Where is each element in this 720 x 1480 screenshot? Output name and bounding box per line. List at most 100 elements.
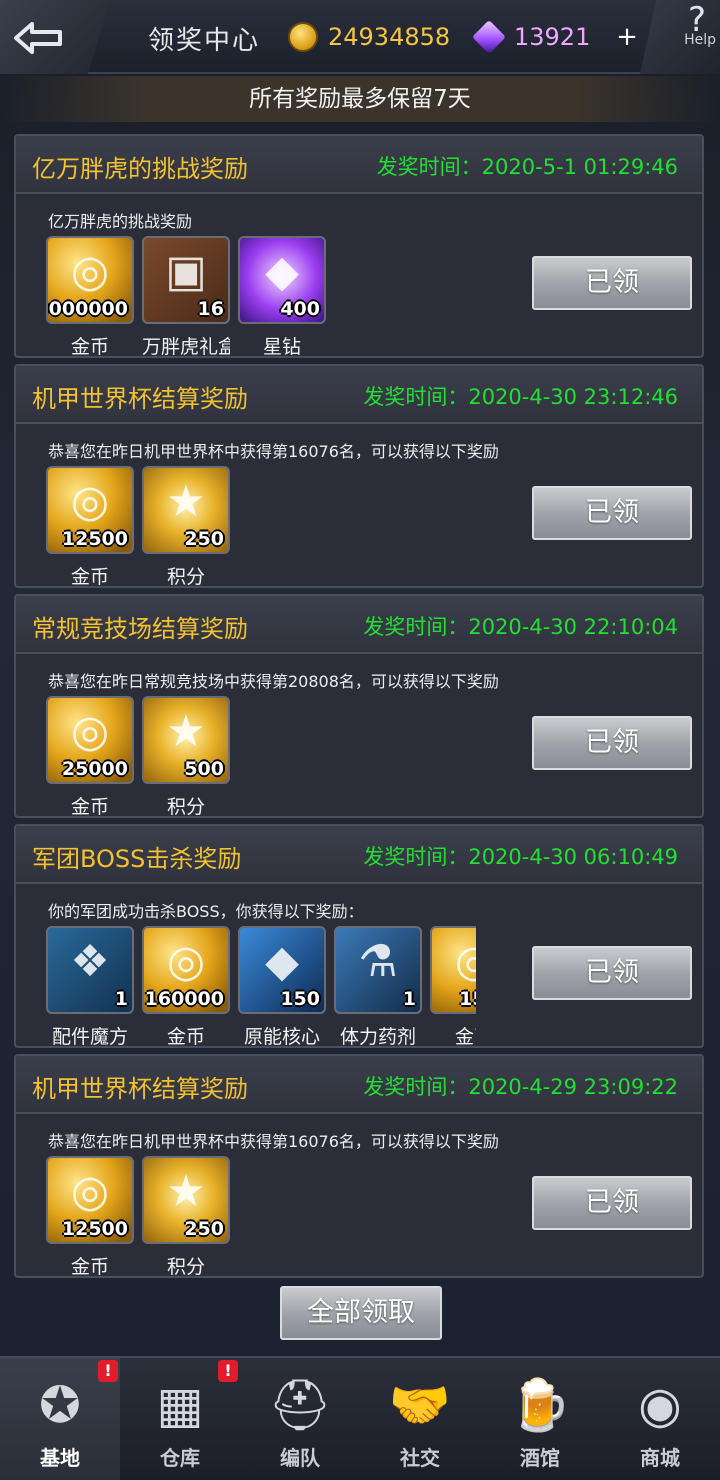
item-name: 万胖虎礼盒 [142, 336, 230, 358]
item-count: 12500 [61, 1218, 128, 1240]
gold-coin-icon: ◎ 25000 [46, 696, 134, 784]
nav-item[interactable]: ▦ 仓库! [120, 1358, 240, 1480]
help-label: Help [684, 32, 716, 48]
nav-label: 基地 [40, 1446, 80, 1470]
nav-label: 仓库 [160, 1446, 200, 1470]
help-button[interactable]: ? Help [640, 0, 720, 74]
reward-title: 常规竞技场结算奖励 [32, 615, 248, 643]
claimed-button[interactable]: 已领 [532, 486, 692, 540]
reward-title: 军团BOSS击杀奖励 [32, 845, 242, 873]
bottom-nav: ✪ 基地! ▦ 仓库! ⛑ 编队 🤝 社交 🍺 酒馆 ◉ 商城 [0, 1356, 720, 1480]
reward-card: 机甲世界杯结算奖励 发奖时间：2020-4-29 23:09:22 恭喜您在昨日机甲… [14, 1054, 704, 1278]
reward-item[interactable]: ◎ 25000 金币 [46, 696, 134, 826]
stamina-potion-icon: ⚗ 1 [334, 926, 422, 1014]
item-count: 500 [184, 758, 224, 780]
reward-time: 发奖时间：2020-5-1 01:29:46 [376, 155, 678, 179]
reward-item[interactable]: ◆ 400 星钻 [238, 236, 326, 366]
reward-card: 常规竞技场结算奖励 发奖时间：2020-4-30 22:10:04 恭喜您在昨日常规… [14, 594, 704, 818]
diamond-balance: 13921 [472, 20, 590, 54]
item-name: 星钻 [262, 336, 301, 358]
base-emblem-icon: ✪ [39, 1376, 81, 1434]
reward-time: 发奖时间：2020-4-30 23:12:46 [363, 385, 678, 409]
reward-card-header: 军团BOSS击杀奖励 发奖时间：2020-4-30 06:10:49 [16, 826, 702, 884]
reward-items[interactable]: ◎ 12500 金币 ★ 250 积分 [46, 466, 476, 596]
item-glyph: ◎ [70, 706, 110, 757]
notification-badge: ! [98, 1360, 118, 1382]
reward-items[interactable]: ◎ 12500 金币 ★ 250 积分 [46, 1156, 476, 1286]
warehouse-crate-icon: ▦ [156, 1376, 204, 1434]
reward-title: 机甲世界杯结算奖励 [32, 1075, 248, 1103]
nav-item[interactable]: 🤝 社交 [360, 1358, 480, 1480]
reward-time: 发奖时间：2020-4-30 22:10:04 [363, 615, 678, 639]
nav-item[interactable]: ✪ 基地! [0, 1358, 120, 1480]
reward-card-header: 机甲世界杯结算奖励 发奖时间：2020-4-30 23:12:46 [16, 366, 702, 424]
reward-description: 亿万胖虎的挑战奖励 [48, 212, 193, 231]
item-name: 积分 [166, 566, 205, 588]
reward-item[interactable]: ◎ 160000 金币 [142, 926, 230, 1056]
reward-items[interactable]: ◎3000000 金币 ▣16 万胖虎礼盒 ◆400 星钻 [46, 236, 476, 366]
item-glyph: ◆ [265, 246, 299, 297]
reward-item[interactable]: ★ 250 积分 [142, 1156, 230, 1286]
notification-badge: ! [218, 1360, 238, 1382]
nav-label: 酒馆 [520, 1446, 560, 1470]
item-glyph: ◎ [70, 246, 110, 297]
reward-items[interactable]: ❖1配件魔方◎160000金币◆150原能核心⚗1体力药剂◎1500金币 [46, 926, 476, 1056]
reward-card: 军团BOSS击杀奖励 发奖时间：2020-4-30 06:10:49 你的军团成功击… [14, 824, 704, 1048]
item-glyph: ◎ [432, 936, 476, 987]
reward-item[interactable]: ◎1500 金币 [430, 926, 476, 1056]
reward-time: 发奖时间：2020-4-30 06:10:49 [363, 845, 678, 869]
item-glyph: ★ [166, 706, 206, 757]
nav-label: 商城 [640, 1446, 680, 1470]
item-glyph: ★ [166, 1166, 206, 1217]
parts-cube-icon: ❖ 1 [46, 926, 134, 1014]
gold-coin-icon [288, 22, 318, 52]
item-name: 积分 [166, 796, 205, 818]
gold-coin-icon: ◎3000000 [46, 236, 134, 324]
reward-item[interactable]: ⚗ 1 体力药剂 [334, 926, 422, 1056]
claimed-button[interactable]: 已领 [532, 256, 692, 310]
reward-item[interactable]: ◎ 12500 金币 [46, 466, 134, 596]
reward-items[interactable]: ◎ 25000 金币 ★ 500 积分 [46, 696, 476, 826]
claimed-button[interactable]: 已领 [532, 946, 692, 1000]
reward-item[interactable]: ◎3000000 金币 [46, 236, 134, 366]
item-name: 金币 [70, 1256, 109, 1278]
item-name: 积分 [166, 1256, 205, 1278]
claimed-button[interactable]: 已领 [532, 716, 692, 770]
item-name: 配件魔方 [51, 1026, 128, 1048]
item-glyph: ❖ [70, 936, 110, 987]
item-glyph: ★ [166, 476, 206, 527]
reward-item[interactable]: ★ 250 积分 [142, 466, 230, 596]
star-points-icon: ★ 250 [142, 466, 230, 554]
item-name: 金币 [166, 1026, 205, 1048]
item-glyph: ◎ [70, 1166, 110, 1217]
reward-item[interactable]: ▣ 16 万胖虎礼盒 [142, 236, 230, 366]
claim-all-button[interactable]: 全部领取 [280, 1286, 442, 1340]
back-button[interactable] [0, 0, 110, 74]
reward-item[interactable]: ◎ 12500 金币 [46, 1156, 134, 1286]
gold-value: 24934858 [328, 23, 451, 51]
gift-box-icon: ▣ 16 [142, 236, 230, 324]
gold-coin-icon: ◎ 12500 [46, 466, 134, 554]
gold-coin-icon: ◎ 12500 [46, 1156, 134, 1244]
reward-card: 机甲世界杯结算奖励 发奖时间：2020-4-30 23:12:46 恭喜您在昨日机甲… [14, 364, 704, 588]
nav-item[interactable]: 🍺 酒馆 [480, 1358, 600, 1480]
reward-description: 恭喜您在昨日机甲世界杯中获得第16076名，可以获得以下奖励 [48, 442, 499, 461]
reward-item[interactable]: ◆ 150 原能核心 [238, 926, 326, 1056]
item-count: 1 [114, 988, 128, 1010]
claimed-button[interactable]: 已领 [532, 1176, 692, 1230]
gold-coin-icon: ◎ 160000 [142, 926, 230, 1014]
nav-item[interactable]: ◉ 商城 [600, 1358, 720, 1480]
item-name: 体力药剂 [339, 1026, 416, 1048]
item-count: 160000 [144, 988, 224, 1010]
squad-helmet-icon: ⛑ [268, 1376, 332, 1434]
nav-item[interactable]: ⛑ 编队 [240, 1358, 360, 1480]
gold-balance: 24934858 [288, 20, 450, 54]
add-diamonds-button[interactable]: + [612, 24, 642, 52]
gold-coin-icon: ◎1500 [430, 926, 476, 1014]
reward-item[interactable]: ★ 500 积分 [142, 696, 230, 826]
reward-item[interactable]: ❖ 1 配件魔方 [46, 926, 134, 1056]
reward-title: 亿万胖虎的挑战奖励 [32, 155, 248, 183]
item-count: 1 [402, 988, 416, 1010]
reward-time: 发奖时间：2020-4-29 23:09:22 [363, 1075, 678, 1099]
reward-card-header: 亿万胖虎的挑战奖励 发奖时间：2020-5-1 01:29:46 [16, 136, 702, 194]
